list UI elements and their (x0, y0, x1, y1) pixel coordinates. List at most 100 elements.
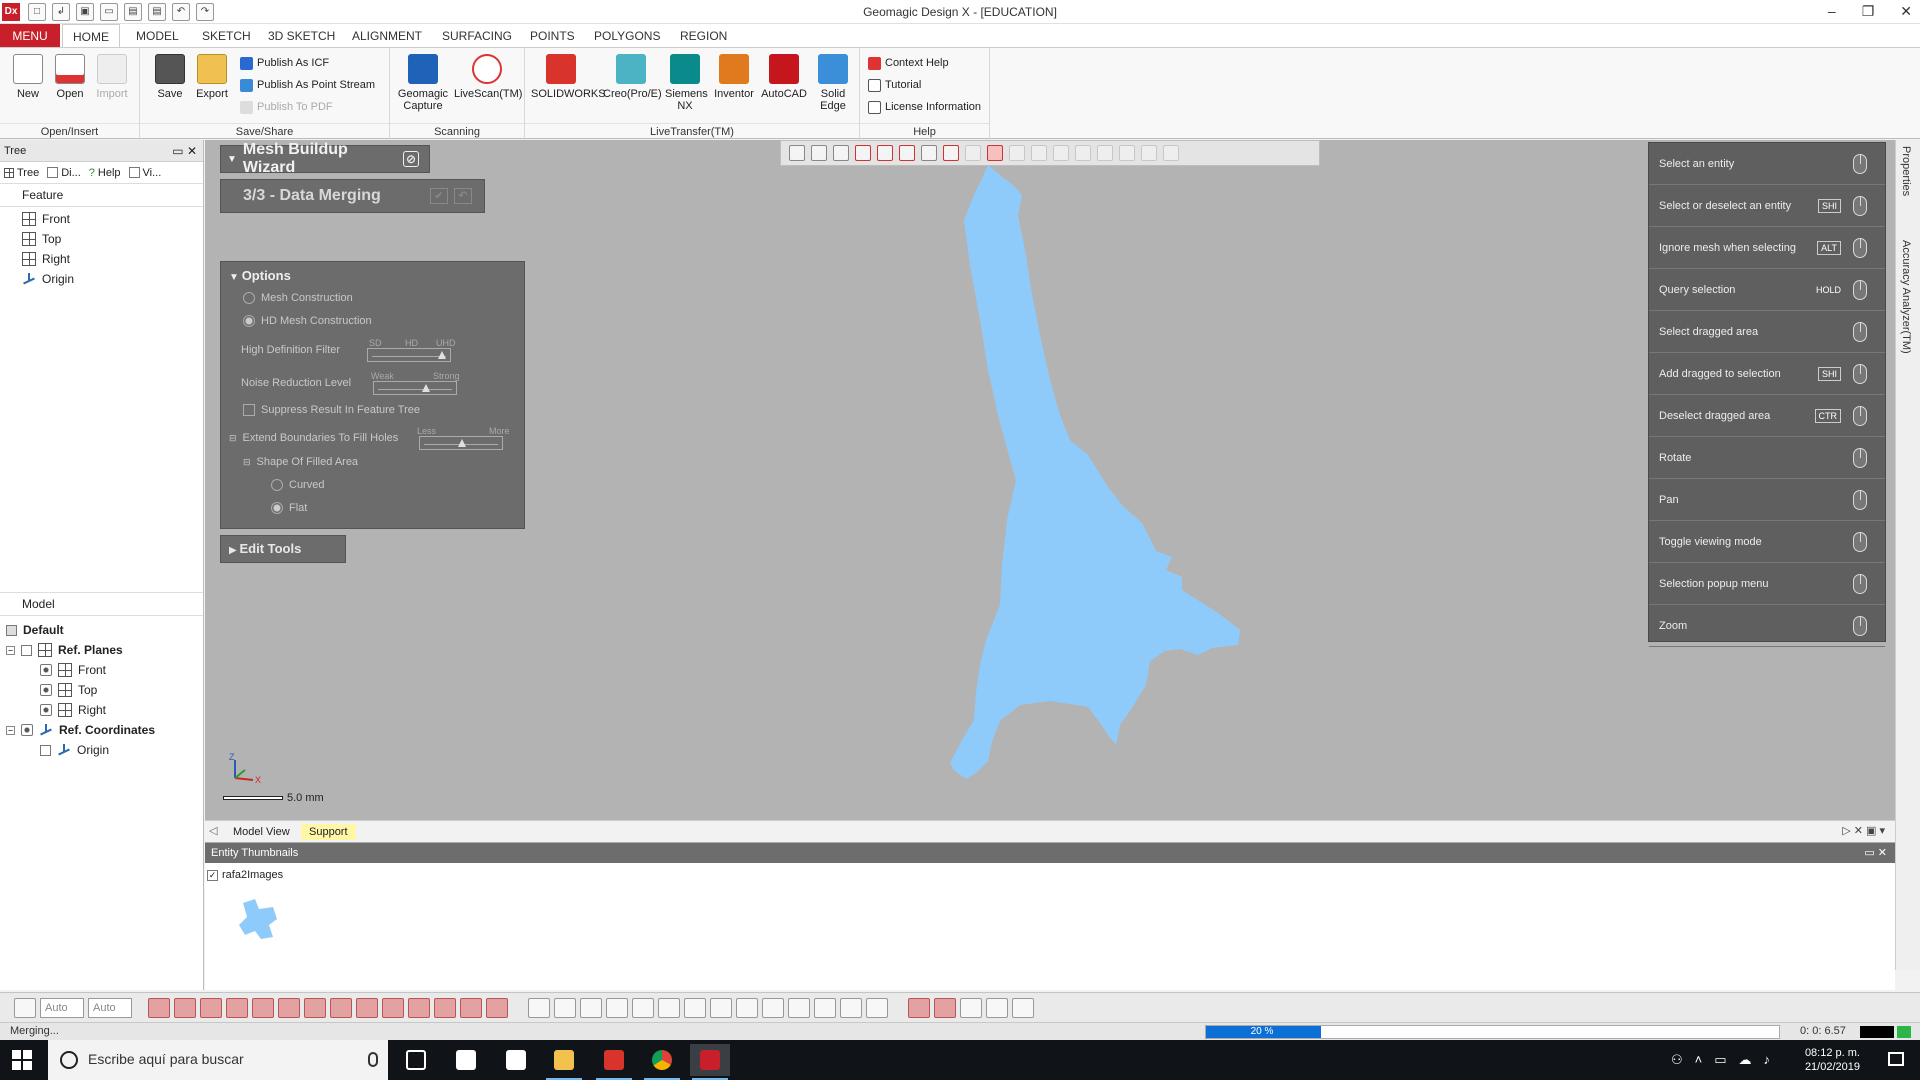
auto-combo-2[interactable]: Auto (88, 997, 132, 1018)
selection-filter-icon[interactable] (14, 997, 36, 1018)
solidworks-button[interactable]: SOLIDWORKS (531, 54, 606, 100)
volume-icon[interactable]: ♪ (1764, 1052, 1771, 1068)
autocad-button[interactable]: AutoCAD (759, 54, 809, 100)
select-sketch-icon[interactable] (356, 997, 378, 1018)
edit-tools-header[interactable]: ▶ Edit Tools (220, 535, 346, 563)
select-vertex-icon[interactable] (304, 997, 326, 1018)
feature-item-origin[interactable]: Origin (22, 269, 203, 289)
minimize-button[interactable]: – (1828, 3, 1836, 20)
hd-mesh-construction-option[interactable]: HD Mesh Construction (243, 315, 372, 327)
import-button[interactable]: Import (90, 54, 134, 100)
export-button[interactable]: Export (190, 54, 234, 100)
deviation-icon[interactable] (934, 997, 956, 1018)
view-normal-icon[interactable] (762, 997, 784, 1018)
feature-item-top[interactable]: Top (22, 229, 203, 249)
visibility-checkbox[interactable] (40, 744, 51, 756)
view-right-icon[interactable] (658, 997, 680, 1018)
tab-points[interactable]: POINTS (520, 24, 585, 48)
license-information-button[interactable]: License Information (868, 98, 981, 116)
view-flip-icon[interactable] (840, 997, 862, 1018)
select-all-icon[interactable] (486, 997, 508, 1018)
view-front-icon[interactable] (580, 997, 602, 1018)
publish-point-stream-button[interactable]: Publish As Point Stream (240, 76, 375, 94)
tab-polygons[interactable]: POLYGONS (584, 24, 670, 48)
panel-pin-close[interactable]: ▭ ✕ (1864, 843, 1887, 863)
view-align-icon[interactable] (814, 997, 836, 1018)
view-cube-icon[interactable] (811, 145, 827, 161)
select-mesh-icon[interactable] (148, 997, 170, 1018)
taskbar-clock[interactable]: 08:12 p. m. 21/02/2019 (1805, 1046, 1860, 1074)
render-mode-icon[interactable] (986, 997, 1008, 1018)
flat-option[interactable]: Flat (271, 502, 307, 514)
ok-check-icon[interactable]: ✔ (430, 188, 448, 204)
scroll-left-icon[interactable]: ◁ (209, 824, 217, 837)
eye-icon[interactable] (40, 664, 52, 676)
store-app[interactable] (446, 1044, 486, 1076)
design-x-app[interactable] (690, 1044, 730, 1080)
noise-reduction-slider[interactable] (373, 381, 457, 395)
visibility-icon[interactable] (1012, 997, 1034, 1018)
chevron-up-icon[interactable]: ˄ (1695, 1052, 1703, 1068)
solidworks-app[interactable] (594, 1044, 634, 1080)
view-custom-icon[interactable] (788, 997, 810, 1018)
section-icon[interactable] (908, 997, 930, 1018)
select-axis-icon[interactable] (434, 997, 456, 1018)
cancel-icon[interactable]: ⊘ (403, 151, 419, 167)
ref-plane-front[interactable]: Front (6, 660, 203, 680)
task-view-button[interactable] (396, 1044, 436, 1076)
microphone-icon[interactable] (368, 1052, 378, 1067)
tutorial-button[interactable]: Tutorial (868, 76, 921, 94)
section-plane-icon[interactable] (899, 145, 915, 161)
subtab-view[interactable]: Vi... (128, 167, 161, 179)
paint-select-icon[interactable] (1119, 145, 1135, 161)
chrome-app[interactable] (642, 1044, 682, 1080)
polygon-select-icon[interactable] (1031, 145, 1047, 161)
subtab-help[interactable]: ? Help (89, 167, 121, 179)
mail-app[interactable] (496, 1044, 536, 1076)
view-top-icon[interactable] (684, 997, 706, 1018)
view-left-icon[interactable] (632, 997, 654, 1018)
taskbar-search-box[interactable]: Escribe aquí para buscar (48, 1040, 388, 1080)
curved-option[interactable]: Curved (271, 479, 324, 491)
view-options-icon[interactable] (866, 997, 888, 1018)
view-tab-controls[interactable]: ▷ ✕ ▣ ▾ (1842, 824, 1885, 837)
collapse-icon[interactable]: − (6, 645, 15, 655)
livescan-button[interactable]: LiveScan(TM) (454, 54, 522, 100)
lasso-select-icon[interactable] (1053, 145, 1069, 161)
new-button[interactable]: New (6, 54, 50, 100)
tab-3d-sketch[interactable]: 3D SKETCH (258, 24, 345, 48)
collapse-icon[interactable]: − (6, 725, 15, 735)
siemens-nx-button[interactable]: Siemens NX (665, 54, 708, 112)
people-icon[interactable]: ⚇ (1671, 1052, 1683, 1068)
clip-plane-icon[interactable] (877, 145, 893, 161)
auto-combo-1[interactable]: Auto (40, 997, 84, 1018)
publish-icf-button[interactable]: Publish As ICF (240, 54, 329, 72)
select-edge-icon[interactable] (278, 997, 300, 1018)
properties-tab[interactable]: Properties (1900, 146, 1912, 196)
extend-boundaries-option[interactable]: ⊟ Extend Boundaries To Fill Holes (229, 432, 398, 444)
view-shape-icon[interactable] (789, 145, 805, 161)
suppress-result-option[interactable]: Suppress Result In Feature Tree (243, 404, 420, 416)
model-default[interactable]: Default (6, 620, 203, 640)
tab-alignment[interactable]: ALIGNMENT (342, 24, 432, 48)
ref-planes-node[interactable]: − Ref. Planes (6, 640, 203, 660)
measure-icon[interactable] (943, 145, 959, 161)
mesh-construction-option[interactable]: Mesh Construction (243, 292, 353, 304)
ref-coord-origin[interactable]: Origin (6, 740, 203, 760)
eye-icon[interactable] (21, 724, 33, 736)
visible-only-icon[interactable] (1163, 145, 1179, 161)
mesh-buildup-wizard-header[interactable]: ▼ Mesh Buildup Wizard ⊘ (220, 141, 430, 176)
context-help-button[interactable]: Context Help (868, 54, 949, 72)
select-body-icon[interactable] (252, 997, 274, 1018)
freeform-select-icon[interactable] (1097, 145, 1113, 161)
brush-select-icon[interactable] (1075, 145, 1091, 161)
select-ref-icon[interactable] (382, 997, 404, 1018)
tab-model[interactable]: MODEL (126, 24, 189, 48)
rectangle-select-icon[interactable] (987, 145, 1003, 161)
restore-button[interactable]: ❐ (1862, 3, 1875, 20)
back-icon[interactable]: ↶ (454, 188, 472, 204)
select-region-icon[interactable] (200, 997, 222, 1018)
creo-button[interactable]: Creo(Pro/E) (603, 54, 662, 100)
subtab-tree[interactable]: Tree (4, 167, 39, 179)
save-button[interactable]: Save (148, 54, 192, 100)
